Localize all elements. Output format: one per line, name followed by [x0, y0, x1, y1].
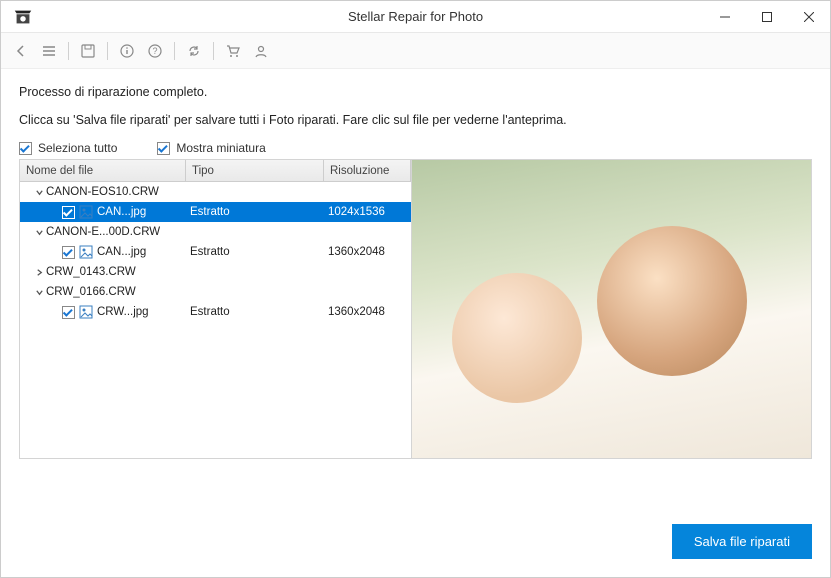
cart-icon[interactable]	[219, 37, 247, 65]
col-header-type[interactable]: Tipo	[186, 160, 324, 181]
group-name: CRW_0143.CRW	[46, 266, 136, 278]
file-resolution: 1024x1536	[324, 206, 411, 218]
save-button[interactable]: Salva file riparati	[672, 524, 812, 559]
close-button[interactable]	[788, 1, 830, 33]
menu-icon[interactable]	[35, 37, 63, 65]
file-type: Estratto	[186, 206, 324, 218]
window-controls	[704, 1, 830, 33]
separator	[174, 42, 175, 60]
help-icon[interactable]: ?	[141, 37, 169, 65]
minimize-button[interactable]	[704, 1, 746, 33]
user-icon[interactable]	[247, 37, 275, 65]
table-header: Nome del file Tipo Risoluzione	[20, 160, 411, 182]
tree-file-row[interactable]: CRW...jpg Estratto1360x2048	[20, 302, 411, 322]
file-resolution: 1360x2048	[324, 306, 411, 318]
file-tree-panel: Nome del file Tipo Risoluzione CANON-EOS…	[20, 160, 412, 458]
select-all-checkbox[interactable]: Seleziona tutto	[19, 141, 117, 155]
image-file-icon	[79, 205, 93, 219]
save-icon[interactable]	[74, 37, 102, 65]
back-icon[interactable]	[7, 37, 35, 65]
file-resolution: 1360x2048	[324, 246, 411, 258]
file-type: Estratto	[186, 246, 324, 258]
checkbox-icon	[19, 142, 32, 155]
file-type: Estratto	[186, 306, 324, 318]
info-icon[interactable]	[113, 37, 141, 65]
select-all-label: Seleziona tutto	[38, 141, 117, 155]
file-name: CRW...jpg	[97, 306, 149, 318]
preview-image	[412, 160, 811, 458]
tree-group-row[interactable]: CANON-E...00D.CRW	[20, 222, 411, 242]
separator	[68, 42, 69, 60]
tree-file-row[interactable]: CAN...jpg Estratto1360x2048	[20, 242, 411, 262]
col-header-resolution[interactable]: Risoluzione	[324, 160, 411, 181]
refresh-icon[interactable]	[180, 37, 208, 65]
table-body[interactable]: CANON-EOS10.CRWCAN...jpgEstratto1024x153…	[20, 182, 411, 458]
row-checkbox[interactable]	[62, 246, 75, 259]
separator	[107, 42, 108, 60]
toolbar: ?	[1, 33, 830, 69]
expand-icon[interactable]	[32, 188, 46, 197]
tree-group-row[interactable]: CANON-EOS10.CRW	[20, 182, 411, 202]
file-name: CAN...jpg	[97, 246, 146, 258]
tree-file-row[interactable]: CAN...jpg Estratto1024x1536	[20, 202, 411, 222]
show-thumbnail-checkbox[interactable]: Mostra miniatura	[157, 141, 265, 155]
group-name: CANON-EOS10.CRW	[46, 186, 159, 198]
group-name: CRW_0166.CRW	[46, 286, 136, 298]
image-file-icon	[79, 245, 93, 259]
status-text: Processo di riparazione completo.	[19, 85, 812, 99]
row-checkbox[interactable]	[62, 206, 75, 219]
preview-panel	[412, 160, 811, 458]
expand-icon[interactable]	[32, 268, 46, 277]
expand-icon[interactable]	[32, 228, 46, 237]
checkbox-icon	[157, 142, 170, 155]
footer: Salva file riparati	[1, 506, 830, 577]
row-checkbox[interactable]	[62, 306, 75, 319]
content-area: Processo di riparazione completo. Clicca…	[1, 69, 830, 506]
expand-icon[interactable]	[32, 288, 46, 297]
main-row: Nome del file Tipo Risoluzione CANON-EOS…	[19, 159, 812, 459]
app-icon	[9, 3, 37, 31]
tree-group-row[interactable]: CRW_0166.CRW	[20, 282, 411, 302]
tree-group-row[interactable]: CRW_0143.CRW	[20, 262, 411, 282]
separator	[213, 42, 214, 60]
checkbar: Seleziona tutto Mostra miniatura	[19, 141, 812, 155]
maximize-button[interactable]	[746, 1, 788, 33]
svg-text:?: ?	[152, 46, 157, 56]
group-name: CANON-E...00D.CRW	[46, 226, 160, 238]
titlebar: Stellar Repair for Photo	[1, 1, 830, 33]
image-file-icon	[79, 305, 93, 319]
file-name: CAN...jpg	[97, 206, 146, 218]
instruction-text: Clicca su 'Salva file riparati' per salv…	[19, 113, 812, 127]
col-header-name[interactable]: Nome del file	[20, 160, 186, 181]
app-window: Stellar Repair for Photo ? Processo di r…	[0, 0, 831, 578]
show-thumb-label: Mostra miniatura	[176, 141, 265, 155]
